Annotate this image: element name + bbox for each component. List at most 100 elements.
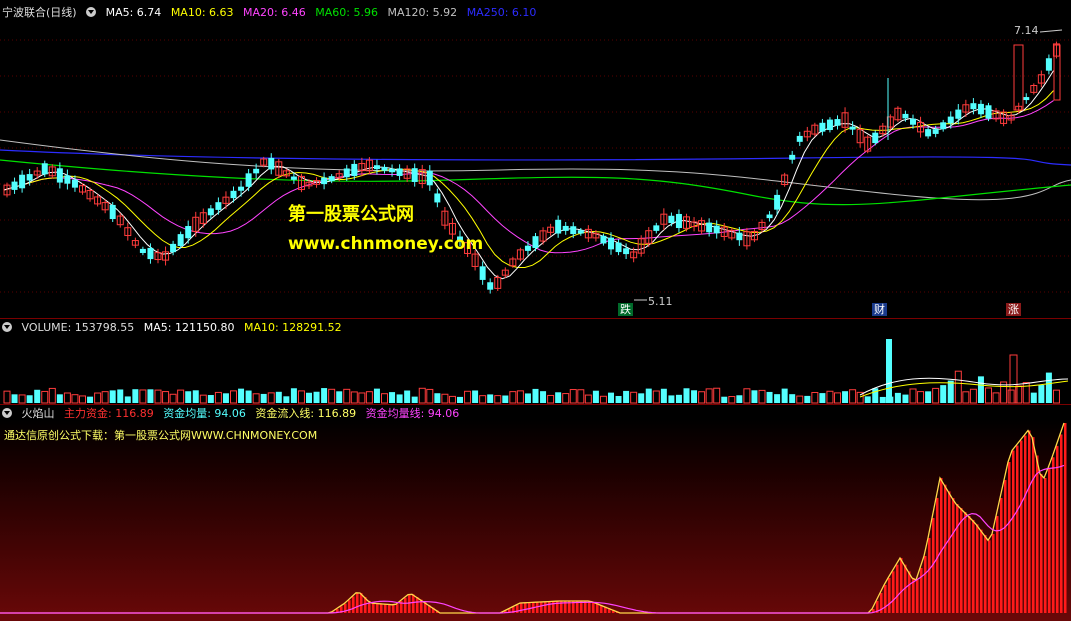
flame-bar (380, 603, 383, 613)
volume-bar (222, 393, 229, 403)
candle-body (970, 103, 977, 110)
price-chart-pane[interactable]: 宁波联合(日线) MA5: 6.74 MA10: 6.63 MA20: 6.46… (0, 0, 1071, 318)
indicator-header: 火焰山 主力资金: 116.89 资金均量: 94.06 资金流入线: 116.… (2, 407, 465, 420)
flame-bar (372, 603, 375, 613)
candle-body (1045, 58, 1052, 71)
flame-bar (972, 520, 975, 613)
volume-bar (691, 390, 698, 403)
candle-body (434, 193, 441, 203)
volume-bar (290, 388, 297, 403)
marker-cai[interactable]: 财 (872, 303, 887, 316)
volume-bar (169, 393, 177, 404)
volume-bar (321, 388, 328, 403)
marker-die[interactable]: 跌 (618, 303, 633, 316)
candle-body (834, 119, 841, 126)
volume-bar (532, 388, 539, 403)
volume-bar (592, 390, 599, 403)
volume-bar (109, 390, 116, 403)
volume-bar (599, 395, 607, 404)
volume-bar (502, 395, 509, 403)
candle-body (411, 168, 418, 182)
ma60-label: MA60: 5.96 (315, 6, 378, 19)
flame-bar (968, 516, 971, 613)
volume-bar (992, 392, 1000, 404)
candle-body (940, 122, 947, 130)
candle-body (653, 225, 660, 231)
volume-bar (238, 388, 245, 403)
volume-bar (381, 393, 388, 404)
flame-bar (396, 604, 399, 613)
candle-body (789, 154, 796, 160)
volume-bar (71, 394, 79, 404)
flame-bar (908, 571, 911, 613)
volume-bar (540, 391, 547, 403)
flame-bar (352, 596, 355, 613)
candle-body (426, 170, 433, 186)
volume-bar (842, 391, 849, 403)
volume-pane[interactable]: VOLUME: 153798.55 MA5: 121150.80 MA10: 1… (0, 318, 1071, 405)
stock-title: 宁波联合(日线) (2, 6, 77, 19)
candle-body (396, 168, 403, 176)
candle-body (562, 225, 569, 231)
candle-body (902, 113, 909, 119)
marker-zhang[interactable]: 涨 (1006, 303, 1021, 316)
volume-bar (902, 394, 909, 403)
volume-bar (132, 389, 139, 403)
candle-body (1023, 97, 1030, 101)
volume-bar (977, 376, 984, 403)
indicator-pane[interactable]: 火焰山 主力资金: 116.89 资金均量: 94.06 资金流入线: 116.… (0, 404, 1071, 621)
flame-bar (384, 604, 387, 613)
flame-bar (1044, 478, 1047, 613)
candle-body (373, 165, 380, 170)
volume-bar (630, 391, 638, 404)
volume-bar (1007, 389, 1015, 404)
volume-bar (781, 388, 788, 403)
volume-bar (705, 388, 713, 404)
ma10-line (3, 90, 1054, 268)
candle-body (577, 230, 584, 234)
volume-bar (494, 395, 502, 404)
volume-bar (457, 396, 463, 403)
collapse-icon[interactable] (2, 322, 12, 332)
flame-bar (892, 571, 895, 613)
ma250-line (0, 149, 1071, 166)
volume-bar (713, 387, 721, 404)
volume-bar (199, 394, 207, 404)
flame-bar (1032, 437, 1035, 613)
candle-body (706, 222, 713, 233)
collapse-icon[interactable] (2, 408, 12, 418)
flame-bar (952, 498, 955, 613)
volume-label: VOLUME: 153798.55 (21, 321, 135, 334)
candle-body (955, 109, 962, 119)
flame-bar (928, 538, 931, 613)
candle-body (608, 237, 614, 250)
candle-body (796, 135, 803, 142)
ma10-label: MA10: 6.63 (170, 6, 234, 19)
candle-body (389, 168, 396, 173)
ma120-line (0, 139, 1071, 201)
volume-bar (886, 339, 892, 403)
ma20-line (3, 100, 1054, 254)
flame-bar (1040, 473, 1043, 613)
volume-bar (426, 388, 434, 404)
candle-body (290, 176, 297, 180)
candle-body (343, 168, 350, 178)
candle-body (826, 119, 833, 131)
candle-body (238, 186, 245, 191)
volume-bar (404, 390, 411, 403)
volume-bar (3, 390, 11, 404)
volume-bar (811, 391, 819, 404)
candle-body (321, 177, 328, 185)
volume-bar (577, 389, 585, 404)
flame-bar (960, 508, 963, 613)
collapse-icon[interactable] (86, 7, 97, 17)
volume-bar (932, 387, 940, 404)
volume-bar (660, 388, 667, 403)
volume-bar (584, 394, 592, 404)
volume-bar (11, 394, 18, 403)
candle-body (1013, 44, 1024, 111)
flame-bar (1012, 450, 1015, 613)
volume-bar (562, 393, 570, 404)
volume-bar (849, 389, 857, 404)
volume-bar (1045, 372, 1052, 403)
